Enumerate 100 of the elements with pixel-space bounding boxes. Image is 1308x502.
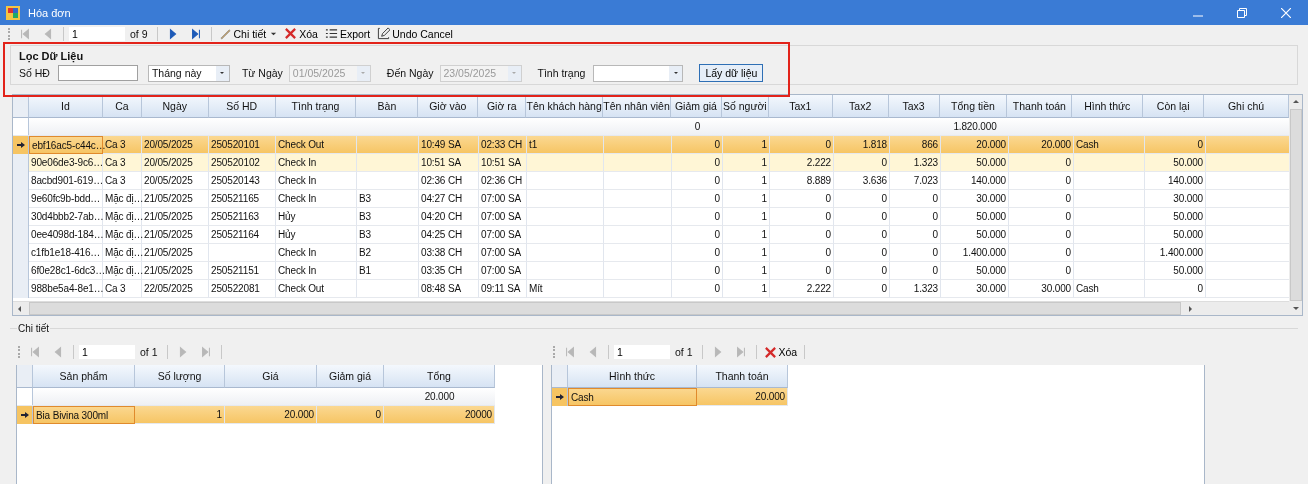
table-cell: 1.400.000 (941, 244, 1009, 262)
table-row[interactable]: Bia Bivina 300ml 1 20.000 0 20000 (17, 406, 495, 424)
table-cell: 03:38 CH (419, 244, 479, 262)
table-cell: c1fb1e18-416… (29, 244, 103, 262)
filter-title: Lọc Dữ Liệu (19, 50, 85, 62)
column-header[interactable]: Thanh toán (1007, 95, 1073, 118)
table-row[interactable]: 6f0e28c1-6dc3…Mặc đị…21/05/2025 250521151 Check In B1 03:35 CH 07:00 SA 0 1 0 0 0 50.000 0 50.000 (13, 262, 1289, 280)
table-row[interactable]: 90e06de3-9c6… Ca 3 20/05/2025 250520102 Check In 10:51 SA 10:51 SA 0 1 2.222 0 1.323 50.000 0 50.000 (13, 154, 1289, 172)
period-dropdown[interactable]: Tháng này (147, 64, 230, 82)
horizontal-scrollbar[interactable] (29, 302, 1181, 315)
column-header[interactable]: Tên khách hàng (526, 95, 604, 118)
table-cell: 8acbd901-619… (29, 172, 103, 190)
table-row[interactable]: Cash 20.000 (552, 388, 788, 406)
column-header[interactable]: Tax3 (888, 95, 940, 118)
scroll-left-icon[interactable] (16, 304, 24, 313)
column-header[interactable]: Tax1 (768, 95, 833, 118)
column-header[interactable]: Giảm giá (317, 365, 384, 388)
scroll-down-icon[interactable] (1291, 304, 1300, 312)
table-cell: 50.000 (941, 154, 1009, 172)
table-cell: Ca 3 (103, 154, 142, 172)
total-cell-text: 0 (693, 120, 702, 134)
position-field[interactable]: 1 (69, 26, 125, 41)
scroll-up-icon[interactable] (1291, 98, 1300, 106)
page-count: of 1 (140, 346, 158, 358)
table-row[interactable]: ebf16ac5-c44c…Ca 3 20/05/2025 250520101 Check Out 10:49 SA 02:33 CH t1 0 1 0 1.818 866 20.000 20.000 Cash 0 (13, 136, 1289, 154)
column-header[interactable]: Id (29, 95, 103, 118)
table-cell: 50.000 (941, 262, 1009, 280)
table-cell: 0 (1009, 208, 1074, 226)
table-cell: 0 (1009, 154, 1074, 172)
column-header[interactable]: Giờ ra (478, 95, 527, 118)
table-row[interactable]: 30d4bbb2-7ab…Mặc đị…21/05/2025 250521163 Hủy B3 04:20 CH 07:00 SA 0 1 0 0 0 50.000 0 50.000 (13, 208, 1289, 226)
table-cell: 0 (834, 244, 890, 262)
column-header[interactable]: Tổng tiền (939, 95, 1008, 118)
edit-icon (377, 27, 391, 40)
table-cell: 1 (723, 226, 770, 244)
column-header[interactable]: Hình thức (1072, 95, 1144, 118)
table-cell: ebf16ac5-c44c… (29, 136, 103, 154)
table-cell (1074, 226, 1145, 244)
column-header[interactable]: Tax2 (832, 95, 889, 118)
column-header[interactable]: Bàn (356, 95, 419, 118)
table-cell: Cash (1074, 280, 1145, 298)
column-header[interactable]: Giá (225, 365, 317, 388)
status-dropdown[interactable] (593, 64, 684, 82)
table-cell: 10:51 SA (419, 154, 479, 172)
invoice-field[interactable] (57, 65, 138, 81)
edit-button[interactable]: Chi tiết (216, 25, 280, 42)
caret-icon (270, 30, 278, 37)
row-header[interactable] (552, 388, 568, 406)
last-icon[interactable] (189, 27, 202, 40)
caret-icon (510, 69, 518, 77)
column-header[interactable]: Còn lại (1143, 95, 1205, 118)
table-cell (1074, 154, 1145, 172)
delete-icon (763, 345, 777, 359)
table-cell: 04:20 CH (419, 208, 479, 226)
column-header[interactable]: Giờ vào (418, 95, 479, 118)
delete-button[interactable]: Xóa (282, 25, 320, 42)
table-cell: 08:48 SA (419, 280, 479, 298)
current-row-icon (16, 141, 25, 149)
table-cell: 02:36 CH (479, 172, 527, 190)
table-cell: 0 (1145, 280, 1206, 298)
column-header[interactable]: Ghi chú (1204, 95, 1289, 118)
column-header[interactable]: Số lượng (135, 365, 225, 388)
column-header[interactable]: Hình thức (568, 365, 697, 388)
position-field[interactable]: 1 (79, 345, 135, 359)
column-header[interactable]: Tổng (384, 365, 495, 388)
fetch-button[interactable]: Lấy dữ liệu (699, 64, 764, 82)
table-row[interactable]: 8acbd901-619… Ca 3 20/05/2025 250520143 Check In 02:36 CH 02:36 CH 0 1 8.889 3.636 7.023 140.000 0 140.000 (13, 172, 1289, 190)
table-cell: Check Out (276, 280, 357, 298)
table-cell: B1 (357, 262, 419, 280)
table-cell: 50.000 (1145, 226, 1206, 244)
column-header[interactable]: Sản phẩm (33, 365, 135, 388)
table-cell: 1 (723, 154, 770, 172)
restore-icon[interactable] (1237, 7, 1247, 18)
export-button[interactable]: Export (322, 25, 373, 42)
table-cell: 1 (135, 406, 225, 424)
column-header[interactable]: Thanh toán (697, 365, 788, 388)
row-header[interactable] (17, 406, 33, 424)
pencil-icon (218, 27, 232, 40)
table-cell (604, 154, 672, 172)
table-cell: 250521151 (209, 262, 276, 280)
table-cell: 140.000 (1145, 172, 1206, 190)
close-icon[interactable] (1281, 7, 1291, 18)
vertical-scrollbar[interactable] (1289, 109, 1302, 301)
undo-button[interactable]: Undo Cancel (375, 25, 455, 42)
table-cell: Hủy (276, 226, 357, 244)
table-row[interactable]: 9e60fc9b-bdd… Mặc đị…21/05/2025 250521165 Check In B3 04:27 CH 07:00 SA 0 1 0 0 0 30.000 0 30.000 (13, 190, 1289, 208)
table-row[interactable]: 0ee4098d-184…Mặc đị…21/05/2025 250521164 Hủy B3 04:25 CH 07:00 SA 0 1 0 0 0 50.000 0 50.000 (13, 226, 1289, 244)
table-cell: Hủy (276, 208, 357, 226)
position-field[interactable]: 1 (614, 345, 670, 359)
table-cell: 0 (1009, 190, 1074, 208)
row-header[interactable] (13, 136, 29, 154)
table-cell: 0 (834, 280, 890, 298)
table-cell: 30.000 (1145, 190, 1206, 208)
column-header[interactable]: Tên nhân viên (603, 95, 671, 118)
table-row[interactable]: c1fb1e18-416… Mặc đị…21/05/2025 Check In B2 03:38 CH 07:00 SA 0 1 0 0 0 1.400.000 0 1.400.000 (13, 244, 1289, 262)
table-row[interactable]: 988be5a4-8e1…Ca 3 22/05/2025 250522081 Check Out 08:48 SA 09:11 SA Mít 0 1 2.222 0 1.323 30.000 30.000 Cash 0 (13, 280, 1289, 298)
delete-button[interactable]: Xóa (761, 344, 800, 360)
scroll-right-icon[interactable] (1186, 304, 1194, 313)
table-cell (604, 190, 672, 208)
table-cell: 0 (770, 190, 834, 208)
